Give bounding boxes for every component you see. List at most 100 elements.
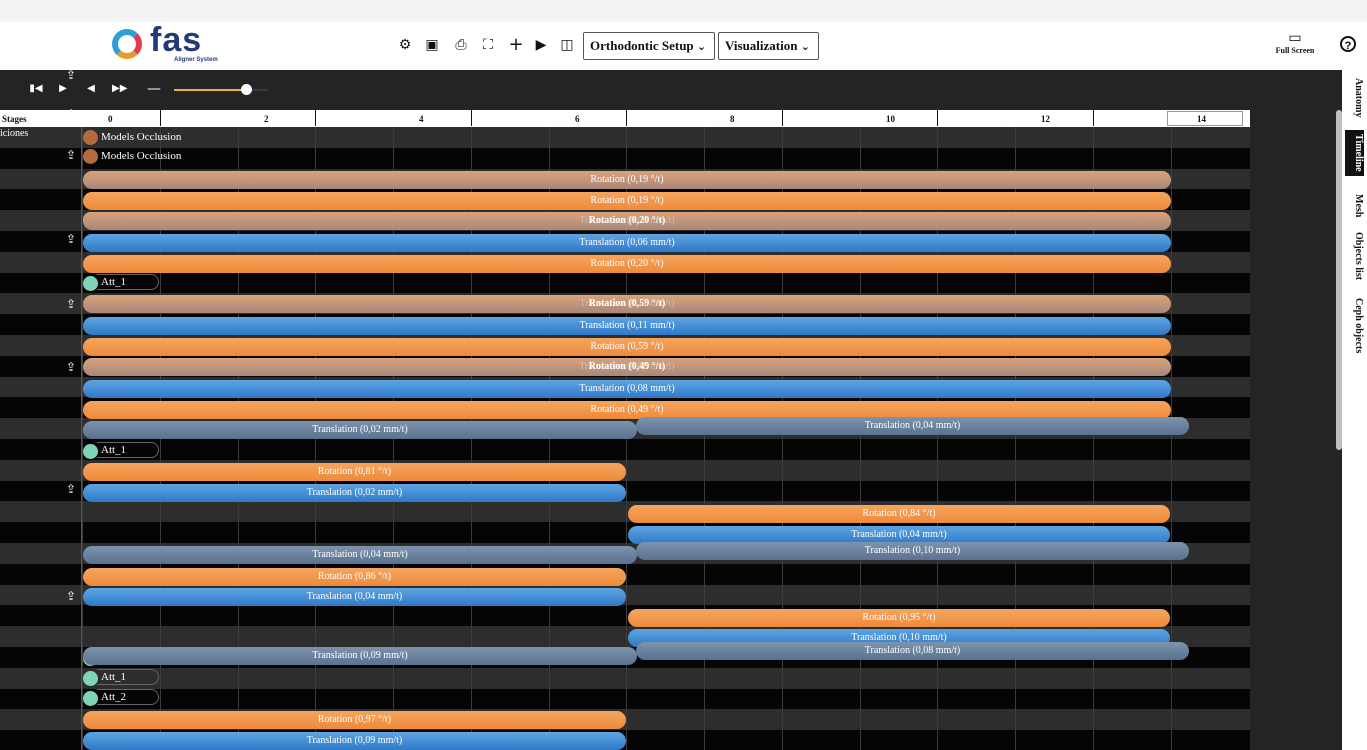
translation-bar[interactable]: Translation (0,08 mm/t) [636, 642, 1189, 660]
translation-bar[interactable]: Translation (0,11 mm/t) [83, 317, 1171, 335]
timeline-row [0, 689, 1250, 710]
stage-tick [782, 110, 783, 126]
stages-label: Stages [2, 114, 27, 124]
translation-bar[interactable]: Translation (0,09 mm/t) [83, 647, 637, 665]
rotation-bar[interactable]: Rotation (0,19 °/t) [83, 171, 1171, 189]
attachment-label[interactable]: Att_1 [101, 669, 126, 685]
upload-icon[interactable]: ⇪ [64, 148, 78, 162]
side-tab-bar: Anatomy Timeline Mesh Objects list Ceph obje… [1342, 70, 1367, 750]
stage-number: 0 [108, 114, 113, 124]
visualization-label: Visualization [725, 38, 798, 53]
top-toolbar: fas Aligner System ⚙ ▣ ⎙ ⛶ + ▶ ◫ Orthodo… [0, 21, 1367, 70]
timeline-panel: ▮◀ ▶ ◀ ▶▶ — Stages 0 2 4 6 8 10 12 14 iciones ⇪ ⇪ ⇪ ⇪… [0, 70, 1342, 750]
attachment-label[interactable]: Att_2 [101, 689, 126, 705]
tab-timeline[interactable]: Timeline [1345, 130, 1364, 176]
stage-tick [160, 110, 161, 126]
orthodontic-setup-dropdown[interactable]: Orthodontic Setup ⌄ [583, 32, 715, 60]
row-header-label: iciones [0, 128, 29, 139]
timeline-row [0, 668, 1250, 689]
translation-bar[interactable]: Translation (0,02 mm/t) [83, 421, 637, 439]
tab-objects-list[interactable]: Objects list [1345, 232, 1364, 280]
rotation-bar[interactable]: Rotation (0,81 °/t) [83, 463, 626, 481]
attachment-label[interactable]: Att_1 [101, 274, 126, 290]
rotation-bar[interactable]: Rotation (0,19 °/t) [83, 192, 1171, 210]
attachment-label[interactable]: Att_1 [101, 442, 126, 458]
rotation-bar[interactable]: Rotation (0,95 °/t) [628, 609, 1170, 627]
image-icon[interactable]: ▣ [424, 37, 440, 53]
bar-label: Rotation (0,59 °/t) [588, 298, 666, 309]
upload-icon[interactable]: ⇪ [64, 589, 78, 603]
timeline-row [0, 439, 1250, 460]
rotation-bar[interactable]: Rotation (0,84 °/t) [628, 505, 1170, 523]
label-column-divider [81, 127, 82, 750]
attachment-dot-icon [83, 444, 98, 459]
models-occlusion-label[interactable]: Models Occlusion [101, 148, 181, 164]
stage-tick [471, 110, 472, 126]
plus-icon[interactable]: + [508, 36, 524, 54]
rotation-bar[interactable]: Rotation (0,20 °/t) [83, 255, 1171, 273]
layout-icon[interactable]: ◫ [559, 37, 575, 53]
rotation-bar[interactable]: Translation (0,06 mm/t) Rotation (0,20 °/… [83, 212, 1171, 230]
play-icon[interactable]: ▶ [533, 37, 549, 53]
tab-ceph-objects[interactable]: Ceph objects [1345, 298, 1364, 353]
tab-mesh[interactable]: Mesh [1345, 194, 1364, 217]
timeline-row [0, 148, 1250, 169]
bar-label: Rotation (0,20 °/t) [588, 215, 666, 226]
translation-bar[interactable]: Translation (0,04 mm/t) [636, 417, 1189, 435]
stage-tick [937, 110, 938, 126]
rotation-bar[interactable]: Rotation (0,86 °/t) [83, 568, 626, 586]
orthodontic-setup-label: Orthodontic Setup [590, 38, 694, 53]
expand-icon[interactable]: ⛶ [480, 37, 496, 53]
rotation-bar[interactable]: Translation (0,08 mm/t) Rotation (0,49 °/… [83, 358, 1171, 376]
stage-tick [315, 110, 316, 126]
translation-bar[interactable]: Translation (0,09 mm/t) [83, 732, 626, 750]
models-occlusion-label[interactable]: Models Occlusion [101, 129, 181, 145]
help-icon[interactable]: ? [1340, 36, 1356, 52]
upload-icon[interactable]: ⇪ [64, 360, 78, 374]
upload-icon[interactable]: ⇪ [64, 70, 78, 82]
translation-bar[interactable]: Translation (0,04 mm/t) [83, 588, 626, 606]
model-dot-icon [83, 130, 98, 145]
attachment-dot-icon [83, 276, 98, 291]
attachment-dot-icon [83, 671, 98, 686]
top-strip [0, 0, 1367, 23]
print-icon[interactable]: ⎙ [453, 37, 469, 53]
stage-number: 14 [1197, 114, 1206, 124]
logo-subtitle: Aligner System [174, 57, 218, 63]
logo-text: fas [150, 21, 203, 59]
tab-anatomy[interactable]: Anatomy [1345, 78, 1364, 117]
translation-bar[interactable]: Translation (0,04 mm/t) [83, 546, 637, 564]
upload-icon[interactable]: ⇪ [64, 297, 78, 311]
full-screen-label: Full Screen [1275, 46, 1315, 55]
upload-icon[interactable]: ⇪ [64, 107, 78, 121]
model-dot-icon [83, 149, 98, 164]
rotation-bar[interactable]: Translation (0,11 mm/t) Rotation (0,59 °/… [83, 295, 1171, 313]
stage-number: 12 [1041, 114, 1050, 124]
translation-bar[interactable]: Translation (0,06 mm/t) [83, 234, 1171, 252]
gear-icon[interactable]: ⚙ [397, 37, 413, 53]
timeline-row [0, 273, 1250, 294]
translation-bar[interactable]: Translation (0,10 mm/t) [636, 542, 1189, 560]
visualization-dropdown[interactable]: Visualization ⌄ [718, 32, 819, 60]
rotation-bar[interactable]: Rotation (0,97 °/t) [83, 711, 626, 729]
stage-number: 8 [730, 114, 735, 124]
stage-number: 6 [575, 114, 580, 124]
chevron-down-icon: ⌄ [800, 40, 810, 53]
fas-logo: fas Aligner System [112, 21, 232, 67]
upload-icon[interactable]: ⇪ [64, 232, 78, 246]
stage-number: 4 [419, 114, 424, 124]
upload-icon[interactable]: ⇪ [64, 482, 78, 496]
chevron-down-icon: ⌄ [696, 40, 707, 53]
monitor-icon: ▭ [1288, 30, 1302, 46]
stage-number: 2 [264, 114, 269, 124]
rotation-bar[interactable]: Rotation (0,59 °/t) [83, 338, 1171, 356]
translation-bar[interactable]: Translation (0,02 mm/t) [83, 484, 626, 502]
stage-tick [626, 110, 627, 126]
bar-label: Rotation (0,49 °/t) [588, 361, 666, 372]
logo-ring-icon [112, 29, 142, 59]
attachment-dot-icon [83, 691, 98, 706]
stage-tick [1093, 110, 1094, 126]
full-screen-button[interactable]: ▭ Full Screen [1270, 30, 1320, 66]
translation-bar[interactable]: Translation (0,08 mm/t) [83, 380, 1171, 398]
timeline-row [0, 127, 1250, 148]
